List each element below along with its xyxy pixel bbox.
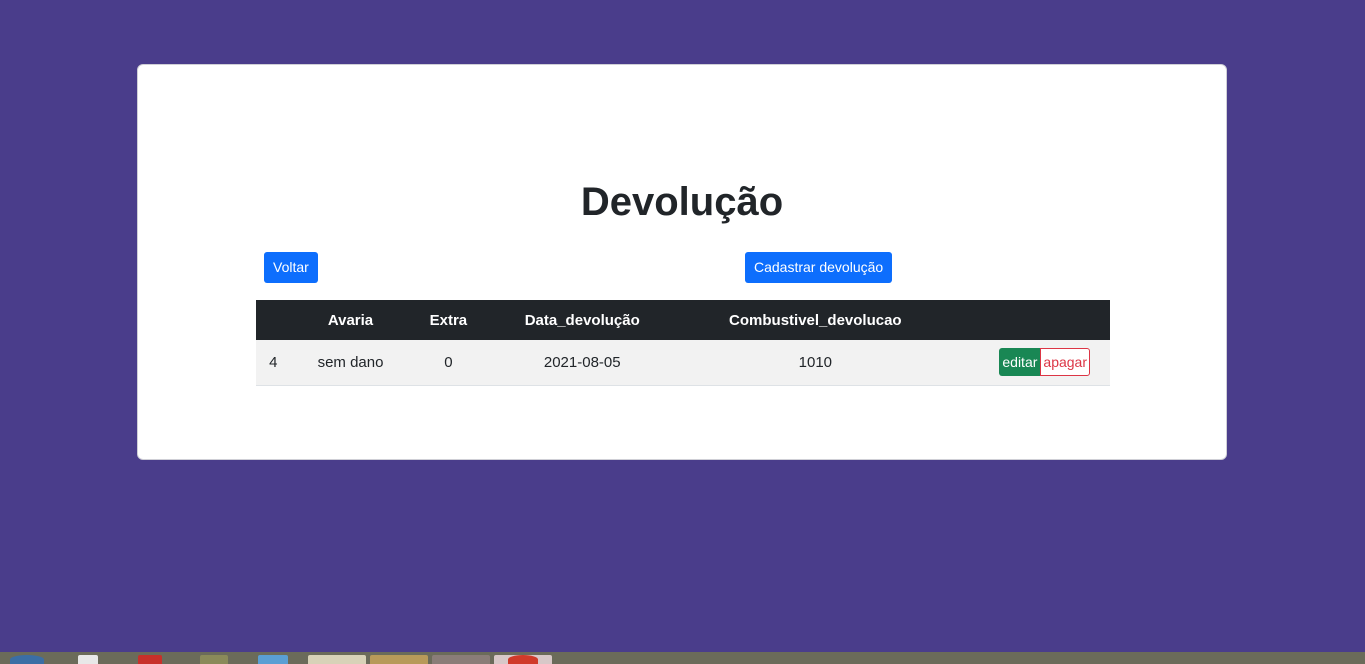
header-avaria: Avaria xyxy=(327,311,374,329)
header-combustivel-devolucao: Combustivel_devolucao xyxy=(729,311,902,329)
row-actions: editar apagar xyxy=(999,348,1090,377)
table-header: Avaria Extra Data_devolução Combustivel_… xyxy=(256,300,1110,340)
cell-actions: editar apagar xyxy=(953,340,1110,385)
page-title: Devolução xyxy=(580,180,784,224)
cell-combustivel-devolucao: 1010 xyxy=(798,353,833,371)
delete-button[interactable]: apagar xyxy=(1040,348,1090,377)
returns-table: Avaria Extra Data_devolução Combustivel_… xyxy=(256,300,1110,386)
os-taskbar xyxy=(0,652,1365,664)
start-button[interactable] xyxy=(10,655,44,664)
table-row: 4 sem dano 0 2021-08-05 1010 editar apag… xyxy=(256,340,1110,385)
header-data-devolucao: Data_devolução xyxy=(524,311,640,329)
taskbar-app-icon[interactable] xyxy=(432,655,490,664)
cell-extra: 0 xyxy=(444,353,453,371)
back-button[interactable]: Voltar xyxy=(264,252,318,283)
header-extra: Extra xyxy=(429,311,468,329)
edit-button[interactable]: editar xyxy=(999,348,1041,377)
taskbar-app-icon[interactable] xyxy=(508,655,538,664)
add-return-button[interactable]: Cadastrar devolução xyxy=(745,252,893,283)
cell-data-devolucao: 2021-08-05 xyxy=(543,353,621,371)
taskbar-app-icon[interactable] xyxy=(258,655,288,664)
taskbar-app-icon[interactable] xyxy=(370,655,428,664)
taskbar-app-icon[interactable] xyxy=(138,655,162,664)
cell-avaria: sem dano xyxy=(317,353,384,371)
cell-id: 4 xyxy=(269,353,278,371)
header-id xyxy=(256,300,291,340)
taskbar-app-icon[interactable] xyxy=(308,655,366,664)
taskbar-app-icon[interactable] xyxy=(200,655,228,664)
header-actions xyxy=(953,300,1110,340)
taskbar-app-icon[interactable] xyxy=(78,655,98,664)
main-card: Devolução Voltar Cadastrar devolução Ava… xyxy=(137,64,1227,460)
